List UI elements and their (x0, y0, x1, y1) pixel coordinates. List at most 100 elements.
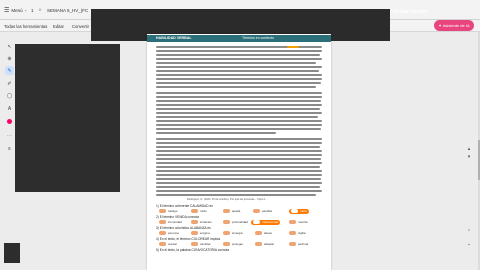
option-label: cambiar (200, 242, 211, 246)
menu-item-edit[interactable]: Editar (53, 20, 64, 32)
scroll-up-button[interactable]: ▴ (466, 146, 472, 152)
q1-option-e[interactable]: ruina (289, 208, 309, 214)
option-chip (289, 231, 296, 235)
q3-option-b[interactable]: enigma (191, 231, 210, 235)
q2-option-c[interactable]: profundidad (223, 220, 248, 224)
list-tool[interactable]: ≡ (5, 144, 14, 153)
text-line (156, 50, 322, 52)
text-line (156, 96, 322, 98)
left-toolbar: ↖ ⊕ ✎ ✐ ◯ A ⋯ ≡ (4, 38, 15, 158)
section-title: HABILIDAD VERBAL (156, 36, 192, 40)
scroll-down-button[interactable]: ▾ (466, 154, 472, 160)
login-link[interactable]: Iniciar sesión (393, 9, 428, 15)
text-line (156, 74, 322, 76)
q4-option-c[interactable]: proteger (223, 242, 243, 246)
section-band: HABILIDAD VERBAL Término en contexto (147, 35, 331, 42)
video-overlay (15, 44, 120, 192)
highlight-mark (287, 45, 299, 49)
q4-option-a[interactable]: revisar (159, 242, 177, 246)
text-line (156, 138, 322, 140)
q1-option-b[interactable]: ruido (191, 209, 207, 213)
option-label: proteger (232, 242, 244, 246)
q2-option-d[interactable]: misericordia (251, 219, 281, 225)
option-label: perenne (168, 231, 180, 235)
option-label: revisar (168, 242, 178, 246)
option-label: imitación (200, 220, 212, 224)
text-line (156, 158, 321, 160)
text-line (156, 86, 316, 88)
menu-button[interactable]: ☰ Menú (4, 0, 23, 20)
source-caption: Rodríguez, N. (2020, 25 de octubre). Por… (187, 198, 268, 201)
menu-label: Menú (11, 7, 23, 13)
zoom-icon: ⊕ (7, 55, 12, 62)
option-chip (191, 220, 198, 224)
option-label: enigma (200, 231, 210, 235)
q2-option-a[interactable]: inmunidad (159, 220, 182, 224)
option-label: pérdida (262, 209, 273, 213)
q1-option-c[interactable]: apatía (223, 209, 240, 213)
q3-option-a[interactable]: perenne (159, 231, 179, 235)
q3-option-d[interactable]: abuso (255, 231, 272, 235)
text-line (156, 186, 320, 188)
text-line (156, 150, 322, 152)
more-tool[interactable]: ⋯ (5, 131, 14, 140)
text-line (156, 190, 322, 192)
annotate-icon: ✎ (7, 67, 12, 74)
question-1: 1) El término coherente CALAMIDAD es (156, 204, 213, 208)
menu-item-convert[interactable]: Convertir (72, 20, 89, 32)
file-title: SEMANA 5_HV_(FC (47, 7, 89, 13)
option-label: perforar (298, 242, 309, 246)
option-label: castigo (168, 209, 178, 213)
shapes-tool[interactable]: ◯ (5, 91, 14, 100)
question-3: 3) El término colorístico ALABANZA es (156, 226, 211, 230)
q2-option-b[interactable]: imitación (191, 220, 212, 224)
q4-option-d[interactable]: adaptar (255, 242, 274, 246)
question-4: 4) En el texto, el término COLOREAR impl… (156, 237, 221, 241)
q4-option-b[interactable]: cambiar (191, 242, 211, 246)
option-label: mezcla (298, 220, 308, 224)
text-line (156, 70, 319, 72)
list-icon: ≡ (8, 145, 11, 152)
q4-option-e[interactable]: perforar (289, 242, 309, 246)
annotate-tool[interactable]: ✎ (5, 66, 14, 75)
text-icon: A (7, 105, 12, 112)
option-chip (223, 231, 230, 235)
menu-item-all-tools[interactable]: Todas las herramientas (4, 20, 47, 32)
text-line (156, 82, 321, 84)
page-down-button[interactable]: ⌄ (466, 241, 472, 247)
option-chip (191, 242, 198, 246)
page-up-button[interactable]: ⌃ (466, 229, 472, 235)
option-chip (223, 242, 230, 246)
color-icon (7, 119, 12, 124)
ai-assistant-label: Asistente de IA (442, 23, 470, 28)
q3-option-e[interactable]: vigilia (289, 231, 306, 235)
draw-tool[interactable]: ✐ (5, 79, 14, 88)
text-line (156, 194, 316, 196)
more-icon: ⋯ (7, 132, 12, 139)
option-label: vigilia (298, 231, 306, 235)
star-button[interactable]: ☆ (38, 0, 42, 20)
q1-option-a[interactable]: castigo (159, 209, 178, 213)
pointer-icon: ↖ (7, 43, 12, 50)
text-line (156, 104, 322, 106)
option-chip (223, 209, 230, 213)
sparkle-icon: ✦ (438, 23, 442, 28)
option-chip (191, 209, 198, 213)
text-line (156, 78, 322, 80)
color-tool[interactable] (5, 117, 14, 126)
text-line (156, 142, 322, 144)
text-line (156, 170, 322, 172)
q2-option-e[interactable]: mezcla (289, 220, 308, 224)
q3-option-c[interactable]: sinergia (223, 231, 243, 235)
option-chip (159, 231, 166, 235)
page-down-icon: ⌄ (466, 241, 472, 247)
option-chip (191, 231, 198, 235)
pointer-tool[interactable]: ↖ (5, 42, 14, 51)
nav-back-button[interactable]: ‹ (25, 0, 27, 20)
option-label: profundidad (232, 220, 248, 224)
ai-assistant-button[interactable]: ✦ Asistente de IA (434, 20, 474, 31)
option-label: ruina (300, 209, 307, 213)
text-tool[interactable]: A (5, 104, 14, 113)
q1-option-d[interactable]: pérdida (253, 209, 272, 213)
zoom-tool[interactable]: ⊕ (5, 54, 14, 63)
